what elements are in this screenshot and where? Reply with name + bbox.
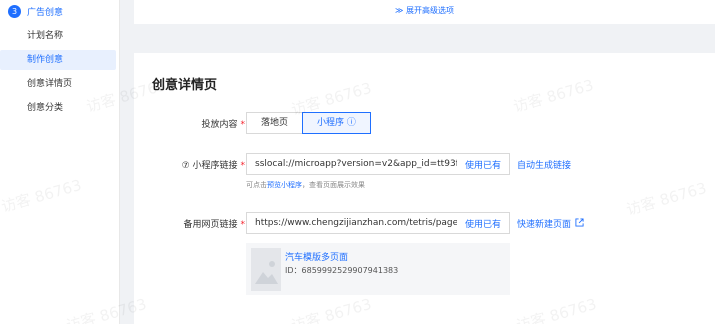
backup-page-label-wrap: 备用网页链接 * [183,217,245,230]
sidebar-item-detail-page[interactable]: 创意详情页 [0,74,116,94]
hint-prefix: 可点击 [246,181,267,189]
mini-program-value[interactable]: sslocal://microapp?version=v2&app_id=tt9… [247,159,457,169]
sidebar-item-make-creative[interactable]: 制作创意 [0,50,116,70]
required-mark: * [240,120,246,130]
mini-program-label: ⑦ 小程序链接 [181,161,238,171]
quick-new-page-label[interactable]: 快速新建页面 [517,217,571,230]
advanced-options-card: ≫ 展开高级选项 [134,0,715,24]
mini-program-input[interactable]: sslocal://microapp?version=v2&app_id=tt9… [246,153,510,175]
step-number-badge: 3 [8,4,21,18]
mini-program-label-wrap: ⑦ 小程序链接 * [182,158,245,171]
option-mini-program[interactable]: 小程序 ⓘ [302,112,371,134]
sidebar-header-label: 广告创意 [27,7,64,18]
use-existing-button[interactable]: 使用已有 [457,158,509,171]
expand-advanced-link[interactable]: ≫ 展开高级选项 [134,5,715,16]
sidebar-item-category[interactable]: 创意分类 [0,98,116,118]
backup-page-label: 备用网页链接 [183,220,238,230]
preview-mini-program-link[interactable]: 预览小程序 [267,181,302,189]
sidebar-item-plan-name[interactable]: 计划名称 [0,26,116,46]
backup-page-value[interactable]: https://www.chengzijianzhan.com/tetris/p… [247,218,457,228]
auto-generate-link[interactable]: 自动生成链接 [517,158,571,171]
option-landing-page[interactable]: 落地页 [246,112,304,134]
preview-title[interactable]: 汽车模版多页面 [285,250,348,263]
section-title: 创意详情页 [152,78,218,93]
quick-new-page-link[interactable]: 快速新建页面 [517,217,584,230]
sidebar: 3 广告创意 计划名称 制作创意 创意详情页 创意分类 [0,0,120,324]
page-thumbnail-image [251,248,281,291]
page-preview-card[interactable]: 汽车模版多页面 ID：6859992529907941383 [246,243,510,295]
detail-page-card: 创意详情页 投放内容 * 落地页 小程序 ⓘ ⑦ 小程序链接 * sslocal:/… [134,53,715,324]
required-mark: * [240,161,246,171]
delivery-segmented: 落地页 小程序 ⓘ [246,112,371,134]
hint-suffix: ，查看页面展示效果 [302,181,365,189]
backup-page-input[interactable]: https://www.chengzijianzhan.com/tetris/p… [246,212,510,234]
preview-id: ID：6859992529907941383 [285,266,399,275]
required-mark: * [240,220,246,230]
delivery-label: 投放内容 [201,120,238,130]
external-link-icon[interactable] [575,218,584,229]
mini-program-hint: 可点击预览小程序，查看页面展示效果 [246,180,365,190]
delivery-label-wrap: 投放内容 * [201,117,245,130]
use-existing-button[interactable]: 使用已有 [457,217,509,230]
sidebar-step-header[interactable]: 3 广告创意 [0,0,119,22]
